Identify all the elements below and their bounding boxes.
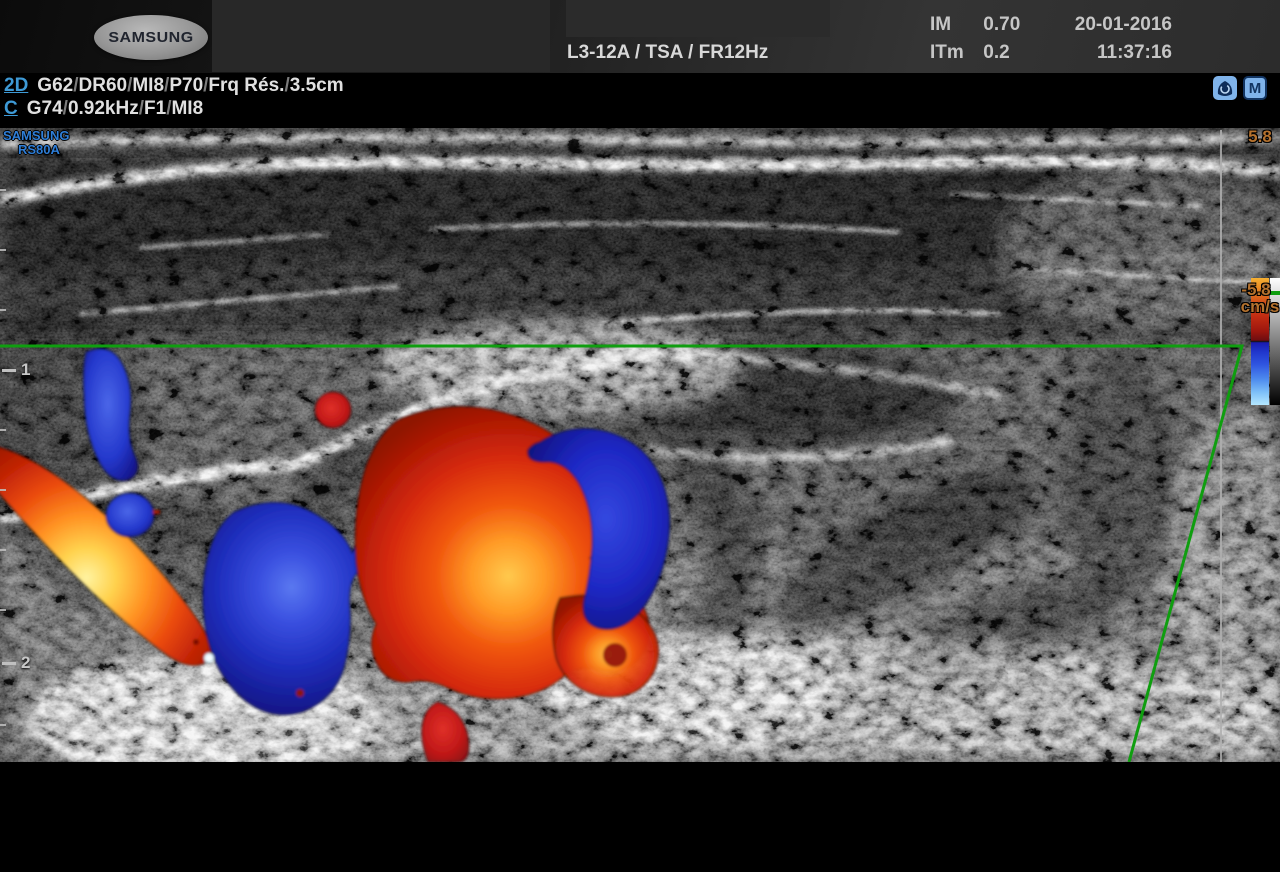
- machine-watermark: SAMSUNG RS80A: [3, 129, 69, 157]
- multi-image-icon-glyph: M: [1249, 80, 1262, 97]
- depth-tick-major: [2, 369, 16, 372]
- doppler-blue-small: [106, 493, 154, 537]
- header-bar: SAMSUNG L3-12A / TSA / FR12Hz IM 0.70 IT…: [0, 0, 1280, 73]
- mode-2d-line: 2D G62/DR60/MI8/P70/Frq Rés./3.5cm: [4, 75, 344, 97]
- depth-label-1: 1: [21, 360, 30, 380]
- mode-parameter-bar: 2D G62/DR60/MI8/P70/Frq Rés./3.5cm C G74/0…: [0, 73, 1280, 128]
- depth-tick: [0, 309, 6, 311]
- ultrasound-image: SAMSUNG RS80A 1 2 5.8 -5.8 cm/s: [0, 128, 1280, 762]
- depth-tick: [0, 429, 6, 431]
- acoustic-index-block: IM 0.70 ITm 0.2: [930, 11, 1020, 67]
- patient-info-privacy-mask: [212, 0, 550, 72]
- exam-date: 20-01-2016: [1040, 11, 1172, 39]
- depth-tick: [0, 249, 6, 251]
- ultrasound-screen: SAMSUNG L3-12A / TSA / FR12Hz IM 0.70 IT…: [0, 0, 1280, 872]
- mode-color-line: C G74/0.92kHz/F1/MI8: [4, 98, 203, 120]
- depth-label-2: 2: [21, 653, 30, 673]
- depth-tick: [0, 724, 6, 726]
- depth-tick: [0, 609, 6, 611]
- watermark-model: RS80A: [18, 143, 69, 157]
- datetime-block: 20-01-2016 11:37:16: [1040, 11, 1172, 67]
- doppler-red-dot: [315, 392, 351, 428]
- header-icon-group: M: [1213, 76, 1267, 100]
- probe-info: L3-12A / TSA / FR12Hz: [567, 42, 768, 64]
- depth-tick: [0, 489, 6, 491]
- watermark-brand: SAMSUNG: [3, 129, 69, 143]
- mode-color-label: C: [4, 98, 18, 119]
- thermal-index-row: ITm 0.2: [930, 39, 1020, 67]
- mode-2d-label: 2D: [4, 75, 28, 96]
- tim-value: 0.2: [983, 42, 1009, 63]
- depth-tick: [0, 189, 6, 191]
- mi-value: 0.70: [983, 14, 1020, 35]
- velocity-unit-label: cm/s: [1236, 297, 1280, 317]
- depth-tick-major: [2, 662, 16, 665]
- mi-label: IM: [930, 11, 978, 39]
- mode-2d-params: G62/DR60/MI8/P70/Frq Rés./3.5cm: [37, 75, 343, 96]
- exam-info-privacy-mask: [566, 0, 830, 37]
- tim-label: ITm: [930, 39, 978, 67]
- depth-tick: [0, 549, 6, 551]
- exam-time: 11:37:16: [1040, 39, 1172, 67]
- probe-icon[interactable]: [1213, 76, 1237, 100]
- mechanical-index-row: IM 0.70: [930, 11, 1020, 39]
- probe-icon-glyph: [1215, 78, 1235, 98]
- ultrasound-canvas: [0, 128, 1280, 762]
- multi-image-icon[interactable]: M: [1243, 76, 1267, 100]
- samsung-logo: SAMSUNG: [94, 15, 208, 60]
- mode-color-params: G74/0.92kHz/F1/MI8: [27, 98, 203, 119]
- samsung-logo-text: SAMSUNG: [108, 29, 193, 46]
- velocity-max-label: 5.8: [1236, 127, 1280, 147]
